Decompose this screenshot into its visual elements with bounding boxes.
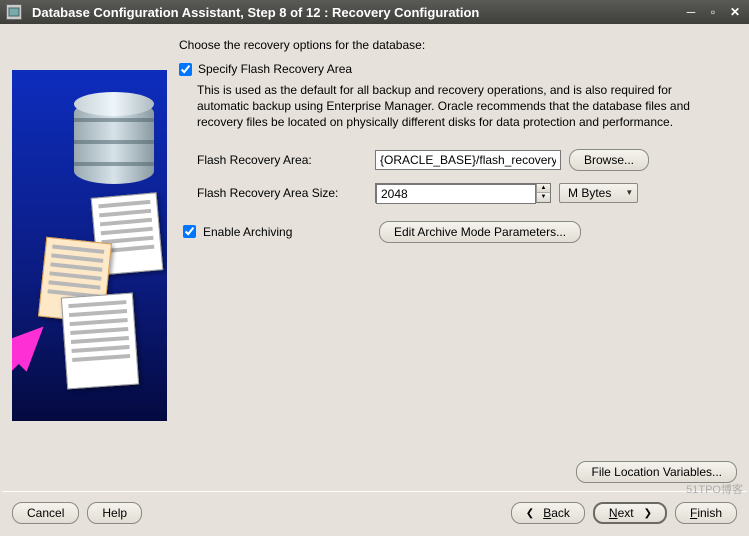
minimize-button[interactable]: ─	[683, 4, 699, 20]
flash-area-label: Flash Recovery Area:	[197, 153, 375, 167]
browse-button-label: Browse...	[584, 153, 634, 167]
next-button-label: Next	[609, 506, 634, 520]
file-vars-row: File Location Variables...	[0, 455, 749, 491]
content-panel: Choose the recovery options for the data…	[179, 38, 737, 455]
flash-size-spinner[interactable]: ▲ ▼	[375, 183, 551, 203]
flash-size-row: Flash Recovery Area Size: ▲ ▼ M Bytes ▼	[197, 183, 737, 203]
instruction-text: Choose the recovery options for the data…	[179, 38, 737, 52]
chevron-down-icon: ▼	[625, 188, 633, 197]
help-button-label: Help	[102, 506, 127, 520]
size-unit-dropdown[interactable]: M Bytes ▼	[559, 183, 638, 203]
chevron-left-icon: ❮	[526, 508, 533, 519]
spinner-down[interactable]: ▼	[537, 193, 550, 202]
finish-button-label: Finish	[690, 506, 722, 520]
enable-archiving-input[interactable]	[183, 225, 196, 238]
window-title: Database Configuration Assistant, Step 8…	[28, 5, 677, 20]
enable-archiving-label: Enable Archiving	[203, 225, 292, 239]
flash-area-input[interactable]	[375, 150, 561, 170]
next-button[interactable]: Next ❯	[593, 502, 667, 524]
cancel-button[interactable]: Cancel	[12, 502, 79, 524]
maximize-button[interactable]: ▫	[705, 4, 721, 20]
close-button[interactable]: ✕	[727, 4, 743, 20]
browse-button[interactable]: Browse...	[569, 149, 649, 171]
cancel-button-label: Cancel	[27, 506, 64, 520]
file-location-variables-button[interactable]: File Location Variables...	[576, 461, 737, 483]
footer: Cancel Help ❮ Back Next ❯ Finish	[0, 492, 749, 536]
spinner-buttons: ▲ ▼	[536, 184, 550, 202]
size-unit-value: M Bytes	[568, 186, 611, 200]
titlebar: Database Configuration Assistant, Step 8…	[0, 0, 749, 24]
specify-flash-checkbox[interactable]: Specify Flash Recovery Area	[179, 62, 737, 76]
file-location-variables-label: File Location Variables...	[591, 465, 722, 479]
finish-button[interactable]: Finish	[675, 502, 737, 524]
specify-flash-input[interactable]	[179, 63, 192, 76]
edit-archive-params-label: Edit Archive Mode Parameters...	[394, 225, 566, 239]
window: Database Configuration Assistant, Step 8…	[0, 0, 749, 536]
enable-archiving-checkbox[interactable]: Enable Archiving	[179, 222, 375, 241]
spinner-up[interactable]: ▲	[537, 184, 550, 194]
flash-size-input[interactable]	[376, 184, 536, 204]
back-button[interactable]: ❮ Back	[511, 502, 585, 524]
body: Choose the recovery options for the data…	[0, 24, 749, 455]
edit-archive-params-button[interactable]: Edit Archive Mode Parameters...	[379, 221, 581, 243]
enable-archiving-row: Enable Archiving Edit Archive Mode Param…	[179, 221, 737, 243]
back-button-label: Back	[543, 506, 570, 520]
sidebar-illustration	[12, 38, 167, 455]
flash-size-label: Flash Recovery Area Size:	[197, 186, 375, 200]
chevron-right-icon: ❯	[644, 508, 651, 519]
flash-area-row: Flash Recovery Area: Browse...	[197, 149, 737, 171]
specify-flash-description: This is used as the default for all back…	[197, 82, 707, 131]
specify-flash-label: Specify Flash Recovery Area	[198, 62, 352, 76]
app-icon	[6, 4, 22, 20]
help-button[interactable]: Help	[87, 502, 142, 524]
